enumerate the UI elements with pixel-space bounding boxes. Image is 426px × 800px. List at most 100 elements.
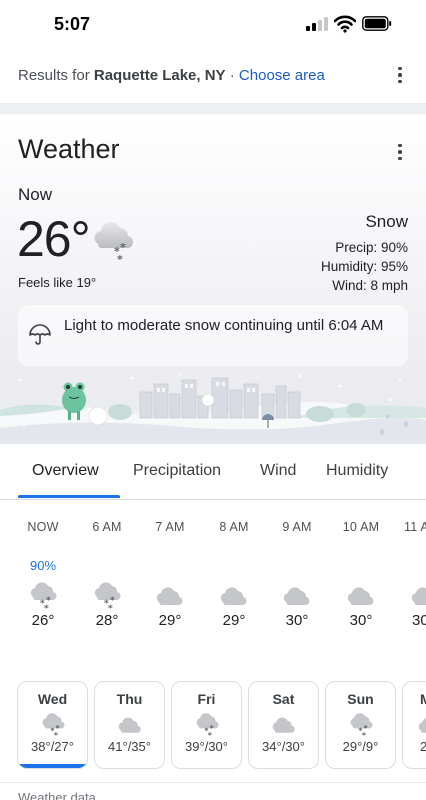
- feels-like: Feels like 19°: [18, 275, 97, 290]
- day-name: Sat: [272, 691, 295, 707]
- hour-temp: 28°: [95, 612, 119, 629]
- hour-precip: [204, 558, 264, 574]
- svg-text:*: *: [44, 604, 49, 610]
- hour-item[interactable]: 11 A 30: [396, 520, 426, 629]
- hour-precip: [331, 558, 391, 574]
- hourly-forecast: NOW 90% * * * 26° 6 AM * * * 28° 7 AM 29° 8 …: [0, 520, 426, 660]
- location-bar: Results for Raquette Lake, NY · Choose a…: [0, 50, 426, 104]
- day-name: Fri: [197, 691, 216, 707]
- weather-card: Weather Now 26° * * * Feels like 19° Snow …: [0, 114, 426, 444]
- hour-precip: [77, 558, 137, 574]
- hour-time: 7 AM: [155, 520, 185, 534]
- day-card-sun[interactable]: Sun * * * 29°/9°: [325, 681, 396, 769]
- day-name: Thu: [116, 691, 143, 707]
- precip-value: Precip: 90%: [335, 240, 408, 255]
- day-temp-range: 29°/9°: [342, 739, 379, 754]
- cloud-snow-icon: ***: [348, 713, 374, 740]
- now-label: Now: [18, 185, 53, 204]
- cloud-snow-icon: ***: [92, 582, 122, 614]
- tab-wind[interactable]: Wind: [260, 462, 296, 480]
- hour-precip: [267, 558, 327, 574]
- weather-tabs: Overview Precipitation Wind Humidity: [0, 444, 426, 500]
- active-tab-indicator: [18, 495, 120, 498]
- umbrella-icon: [29, 324, 51, 345]
- hour-temp: 30°: [349, 612, 373, 629]
- day-card-mon[interactable]: M 2: [402, 681, 426, 769]
- choose-area-link[interactable]: Choose area: [239, 67, 325, 84]
- precip-alert[interactable]: Light to moderate snow continuing until …: [18, 305, 408, 366]
- cloud-snow-icon: ***: [40, 713, 66, 740]
- cell-signal-icon: [306, 17, 328, 31]
- wifi-icon: [334, 15, 356, 33]
- hour-precip: 90%: [29, 558, 57, 573]
- hour-item[interactable]: 8 AM 29°: [204, 520, 264, 629]
- day-temp-range: 41°/35°: [108, 739, 151, 754]
- hour-temp: 29°: [158, 612, 182, 629]
- current-temperature: 26°: [17, 211, 91, 267]
- cloud-icon: [117, 713, 143, 737]
- cloud-icon: [346, 582, 376, 610]
- hour-time: 11 A: [404, 520, 426, 534]
- day-card-sat[interactable]: Sat 34°/30°: [248, 681, 319, 769]
- weather-more-icon[interactable]: [390, 142, 410, 162]
- hour-temp: 30: [412, 612, 426, 629]
- cloud-snow-icon: ***: [28, 582, 58, 614]
- day-card-thu[interactable]: Thu 41°/35°: [94, 681, 165, 769]
- hour-temp: 29°: [222, 612, 246, 629]
- hour-item[interactable]: 6 AM * * * 28°: [77, 520, 137, 629]
- day-temp-range: 38°/27°: [31, 739, 74, 754]
- humidity-value: Humidity: 95%: [320, 259, 408, 274]
- svg-text:*: *: [53, 731, 57, 737]
- selected-day-indicator: [18, 764, 87, 768]
- results-for-label: Results for: [18, 67, 94, 84]
- svg-text:*: *: [361, 731, 365, 737]
- hour-item[interactable]: 9 AM 30°: [267, 520, 327, 629]
- day-card-wed[interactable]: Wed * * * 38°/27°: [17, 681, 88, 769]
- cloud-icon: [417, 713, 426, 737]
- tab-overview[interactable]: Overview: [32, 462, 99, 480]
- svg-text:*: *: [117, 253, 123, 264]
- status-time: 5:07: [54, 14, 91, 34]
- more-options-icon[interactable]: [390, 65, 410, 85]
- cloud-icon: [282, 582, 312, 610]
- cloud-icon: [410, 582, 426, 610]
- hour-item[interactable]: NOW 90% * * * 26°: [13, 520, 73, 629]
- hour-time: 6 AM: [92, 520, 122, 534]
- tab-humidity[interactable]: Humidity: [326, 462, 388, 480]
- day-temp-range: 2: [403, 739, 426, 754]
- hour-item[interactable]: 7 AM 29°: [140, 520, 200, 629]
- tab-precipitation[interactable]: Precipitation: [133, 462, 221, 480]
- cloud-icon: [155, 582, 185, 610]
- location-text: Results for Raquette Lake, NY · Choose a…: [18, 67, 325, 84]
- hour-temp: 26°: [31, 612, 55, 629]
- winter-scene-illustration: [0, 372, 426, 444]
- day-card-fri[interactable]: Fri * * * 39°/30°: [171, 681, 242, 769]
- day-name: M: [403, 691, 426, 707]
- svg-text:*: *: [207, 731, 211, 737]
- hour-precip: [140, 558, 200, 574]
- cloud-snow-icon: ***: [94, 222, 134, 264]
- condition-label: Snow: [365, 212, 408, 231]
- battery-icon: [362, 16, 392, 31]
- svg-text:*: *: [108, 604, 113, 610]
- day-name: Sun: [347, 691, 374, 707]
- hour-time: 10 AM: [342, 520, 380, 534]
- hour-precip: [396, 558, 426, 574]
- daily-forecast: Wed * * * 38°/27° Thu 41°/35° Fri * * * 39°/…: [0, 681, 426, 771]
- wind-value: Wind: 8 mph: [332, 278, 408, 293]
- day-name: Wed: [37, 691, 68, 707]
- separator: ·: [225, 67, 239, 84]
- weather-data-label[interactable]: Weather data: [18, 790, 96, 800]
- alert-text: Light to moderate snow continuing until …: [64, 317, 384, 334]
- hour-item[interactable]: 10 AM 30°: [331, 520, 391, 629]
- hour-time: 9 AM: [282, 520, 312, 534]
- section-divider: [0, 104, 426, 114]
- hour-temp: 30°: [285, 612, 309, 629]
- day-temp-range: 34°/30°: [262, 739, 305, 754]
- cloud-snow-icon: ***: [194, 713, 220, 740]
- weather-stats: Precip: 90% Humidity: 95% Wind: 8 mph: [321, 238, 408, 295]
- hour-time: NOW: [27, 520, 59, 534]
- footer-divider: [0, 782, 426, 783]
- cloud-icon: [271, 713, 297, 737]
- location-name: Raquette Lake, NY: [93, 67, 226, 84]
